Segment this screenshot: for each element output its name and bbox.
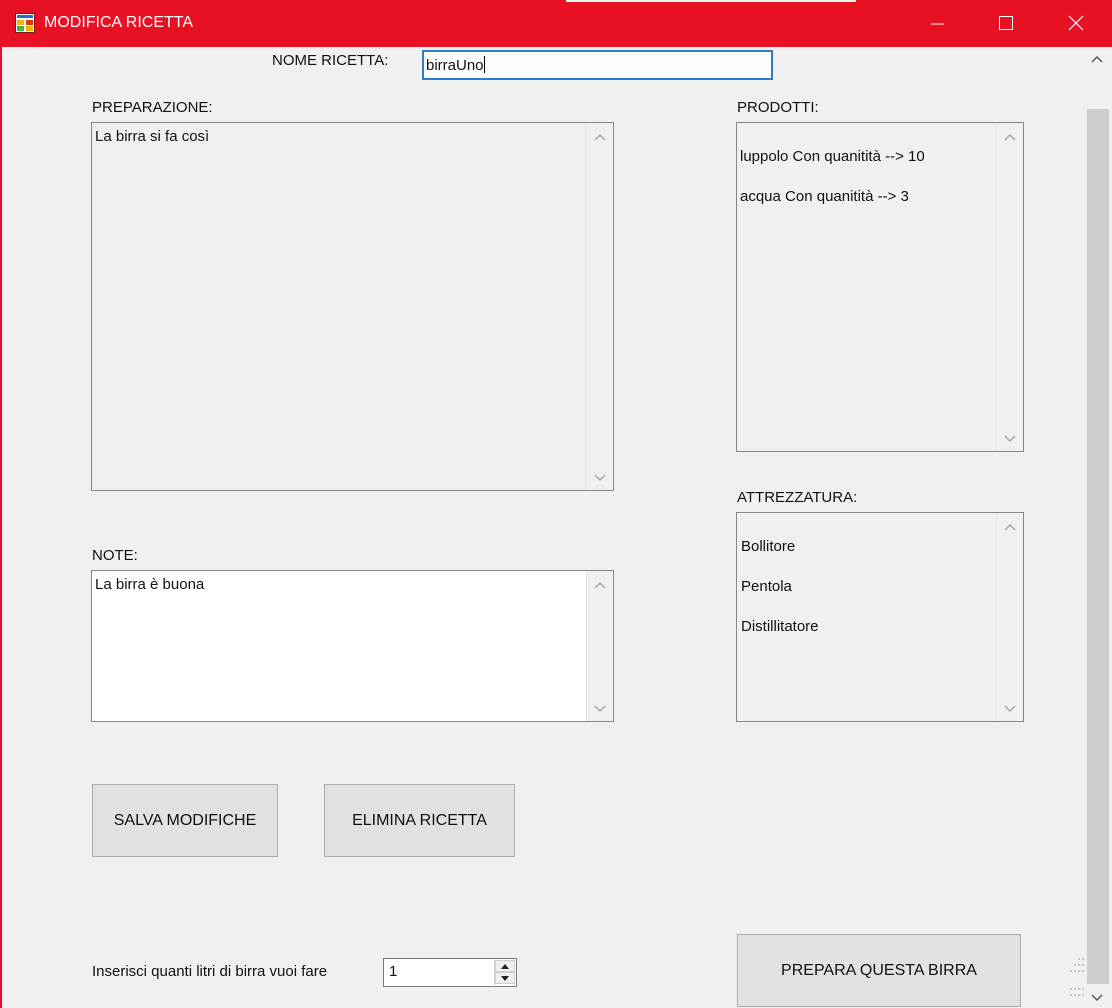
scroll-up-icon[interactable] [594,133,606,141]
scroll-down-icon[interactable] [594,705,606,713]
scroll-up-icon[interactable] [594,581,606,589]
window-title: MODIFICA RICETTA [44,14,194,31]
resize-grip-icon[interactable] [1068,956,1086,1002]
page-scrollbar[interactable] [1086,47,1110,1008]
recipe-name-label: NOME RICETTA: [272,52,389,69]
list-item[interactable]: luppolo Con quanitità --> 10 [740,147,993,167]
minimize-button[interactable] [902,0,972,47]
notes-text: La birra è buona [95,576,205,593]
save-changes-button[interactable]: SALVA MODIFICHE [92,784,278,857]
preparation-label: PREPARAZIONE: [92,99,213,116]
preparation-scrollbar[interactable] [586,123,613,490]
notes-scrollbar[interactable] [586,571,613,721]
products-scrollbar[interactable] [996,123,1023,451]
stepper-arrows [494,960,515,985]
scroll-down-icon[interactable] [1004,705,1016,713]
scroll-up-icon[interactable] [1004,133,1016,141]
products-list: luppolo Con quanitità --> 10 acqua Con q… [740,127,993,227]
equipment-listbox[interactable]: Bollitore Pentola Distillitatore [736,512,1024,722]
stepper-up-button[interactable] [495,960,515,972]
title-bar-strip [566,0,856,2]
brew-this-beer-button[interactable]: PREPARA QUESTA BIRRA [737,934,1021,1007]
products-listbox[interactable]: luppolo Con quanitità --> 10 acqua Con q… [736,122,1024,452]
minimize-icon [931,23,944,25]
products-label: PRODOTTI: [737,99,819,116]
equipment-list: Bollitore Pentola Distillitatore [741,517,993,657]
equipment-label: ATTREZZATURA: [737,489,858,506]
list-item[interactable]: Distillitatore [741,617,993,637]
liters-stepper[interactable]: 1 [383,958,517,987]
arrow-up-icon [501,963,509,969]
maximize-icon [999,16,1013,30]
notes-textarea[interactable]: La birra è buona [91,570,614,722]
liters-value: 1 [389,963,398,980]
recipe-name-value: birraUno [426,57,484,74]
stepper-down-button[interactable] [495,972,515,984]
list-item[interactable]: Bollitore [741,537,993,557]
title-bar[interactable]: MODIFICA RICETTA [0,0,1112,47]
notes-label: NOTE: [92,547,138,564]
scroll-down-icon[interactable] [1091,994,1103,1002]
form-app-icon [15,13,35,33]
preparation-textarea[interactable]: La birra si fa così [91,122,614,491]
window-border-left [0,47,2,1008]
close-button[interactable] [1042,0,1112,47]
delete-recipe-button[interactable]: ELIMINA RICETTA [324,784,515,857]
scrollbar-thumb[interactable] [1087,109,1109,984]
text-caret [483,56,485,73]
equipment-scrollbar[interactable] [996,513,1023,721]
list-item[interactable]: Pentola [741,577,993,597]
scroll-down-icon[interactable] [594,474,606,482]
maximize-button[interactable] [972,0,1042,47]
close-icon [1068,15,1084,31]
liters-label: Inserisci quanti litri di birra vuoi far… [92,963,328,980]
scroll-down-icon[interactable] [1004,435,1016,443]
scroll-up-icon[interactable] [1004,523,1016,531]
arrow-down-icon [501,975,509,981]
list-item[interactable]: acqua Con quanitità --> 3 [740,187,993,207]
scroll-up-icon[interactable] [1091,55,1103,63]
recipe-name-input[interactable]: birraUno [422,50,773,80]
preparation-text: La birra si fa così [95,128,210,145]
